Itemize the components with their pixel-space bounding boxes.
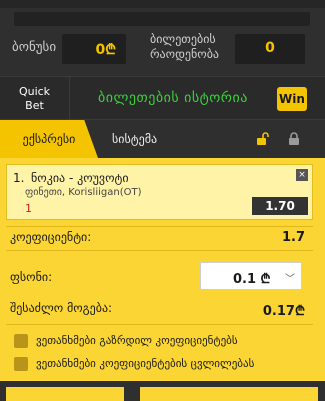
unlock-icon[interactable] bbox=[256, 132, 270, 146]
top-bar bbox=[0, 0, 325, 8]
bonus-row: ბონუსი 0₾ ბილეთების რაოდენობა 0 bbox=[0, 28, 325, 70]
event-odd: 1.70 bbox=[252, 197, 308, 215]
stake-value: 0.1 ₾ bbox=[233, 272, 271, 287]
tickets-value: 0 bbox=[265, 40, 275, 56]
stake-input[interactable]: 0.1 ₾ ﹀ bbox=[200, 262, 302, 290]
quick-bet-line1: Quick bbox=[18, 85, 51, 98]
checkbox[interactable] bbox=[14, 357, 28, 371]
stake-label: ფსონი: bbox=[10, 270, 53, 284]
quick-bet-button[interactable]: Quick Bet bbox=[0, 77, 70, 121]
event-number: 1. bbox=[13, 171, 25, 185]
lock-icon[interactable] bbox=[288, 132, 300, 146]
bonus-box: 0₾ bbox=[62, 34, 126, 64]
bottom-button-right[interactable] bbox=[140, 387, 318, 401]
option-label: ვეთანხმები გაზრდილ კოეფიციენტებს bbox=[36, 334, 238, 347]
event-pick: 1 bbox=[25, 202, 32, 215]
bottom-bar bbox=[0, 381, 325, 401]
bonus-value: 0₾ bbox=[95, 42, 116, 58]
bottom-button-left[interactable] bbox=[6, 387, 124, 401]
ticket-history-link[interactable]: ბილეთების ისტორია bbox=[98, 90, 248, 106]
chevron-down-icon[interactable]: ﹀ bbox=[285, 270, 295, 285]
possible-win-label: შესაძლო მოგება: bbox=[10, 301, 113, 315]
win-badge[interactable]: Win bbox=[277, 87, 307, 111]
tab-express[interactable]: ექსპრესი bbox=[0, 120, 98, 158]
top-strip bbox=[14, 12, 310, 26]
option-label: ვეთანხმები კოეფიციენტების ცვლილებას bbox=[36, 357, 255, 370]
quick-bet-line2: Bet bbox=[25, 99, 44, 112]
bet-slip: 1. ნოკია - კოუვოტი ფინეთი, Korisliigan(O… bbox=[0, 158, 325, 381]
coefficient-value: 1.7 bbox=[281, 230, 305, 245]
event-name: ნოკია - კოუვოტი bbox=[31, 171, 129, 185]
betslip-panel: ბონუსი 0₾ ბილეთების რაოდენობა 0 Quick Be… bbox=[0, 0, 325, 401]
bonus-label: ბონუსი bbox=[12, 40, 57, 55]
event-league: ფინეთი, Korisliigan(OT) bbox=[25, 187, 142, 198]
bet-type-tabs: ექსპრესი სისტემა bbox=[0, 120, 325, 158]
divider bbox=[6, 250, 313, 251]
history-row: Quick Bet ბილეთების ისტორია Win bbox=[0, 76, 325, 121]
possible-win-value: 0.17₾ bbox=[262, 304, 305, 319]
coefficient-label: კოეფიციენტი: bbox=[10, 230, 92, 244]
checkbox[interactable] bbox=[14, 334, 28, 348]
tab-system[interactable]: სისტემა bbox=[112, 120, 172, 158]
remove-event-button[interactable]: × bbox=[296, 169, 308, 181]
divider bbox=[6, 324, 313, 325]
event-card: 1. ნოკია - კოუვოტი ფინეთი, Korisliigan(O… bbox=[6, 164, 313, 220]
divider bbox=[6, 226, 313, 227]
tickets-box: 0 bbox=[235, 34, 305, 64]
tickets-label: ბილეთების რაოდენობა bbox=[150, 32, 219, 61]
